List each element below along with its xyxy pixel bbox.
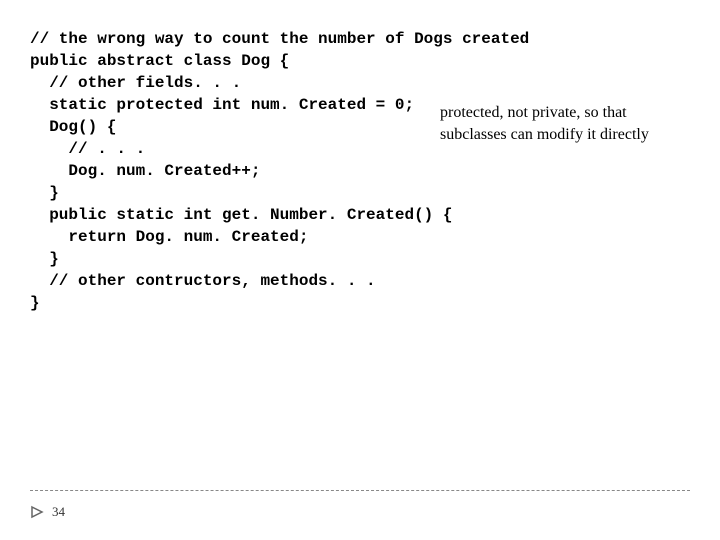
code-line: // other fields. . . [30, 72, 430, 94]
code-line: return Dog. num. Created; [30, 226, 430, 248]
code-block: // the wrong way to count the number of … [30, 28, 430, 314]
code-line: // . . . [30, 138, 430, 160]
code-line: Dog() { [30, 116, 430, 138]
code-line: // the wrong way to count the number of … [30, 28, 430, 50]
page-number: 34 [52, 504, 65, 520]
code-line: } [30, 248, 430, 270]
code-line: public static int get. Number. Created()… [30, 204, 430, 226]
footer: 34 [30, 504, 65, 520]
divider-line [30, 490, 690, 491]
code-line: public abstract class Dog { [30, 50, 430, 72]
code-line: static protected int num. Created = 0; [30, 94, 430, 116]
slide: // the wrong way to count the number of … [0, 0, 720, 540]
code-line: // other contructors, methods. . . [30, 270, 430, 292]
code-line: } [30, 182, 430, 204]
code-line: Dog. num. Created++; [30, 160, 430, 182]
code-line: } [30, 292, 430, 314]
play-marker-icon [30, 505, 44, 519]
annotation-text: protected, not private, so that subclass… [440, 102, 690, 146]
